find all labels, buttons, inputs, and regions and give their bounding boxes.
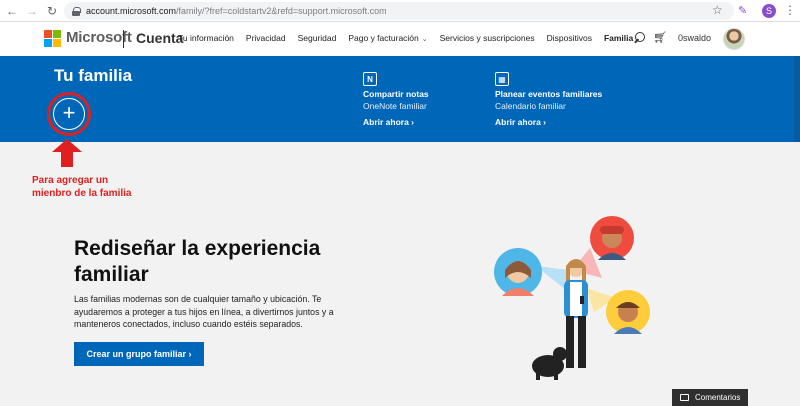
comment-icon	[680, 394, 689, 401]
chevron-down-icon: ⌄	[421, 36, 428, 43]
back-icon[interactable]: ←	[4, 3, 20, 19]
url-host: account.microsoft.com	[86, 6, 177, 16]
promo-subtitle: Calendario familiar	[495, 101, 566, 111]
calendar-icon: ▦	[495, 72, 509, 86]
nav-tu-informacion[interactable]: Tu información	[178, 33, 234, 43]
nav-pago-label: Pago y facturación	[348, 33, 419, 43]
feedback-button[interactable]: Comentarios	[672, 389, 748, 406]
promo-title: Planear eventos familiares	[495, 89, 603, 99]
site-header: Microsoft Cuenta Tu información Privacid…	[0, 22, 800, 56]
promo-title: Compartir notas	[363, 89, 429, 99]
nav-seguridad[interactable]: Seguridad	[298, 33, 337, 43]
lock-icon	[72, 6, 81, 16]
annotation-arrow-up-icon	[52, 139, 82, 167]
page-title: Tu familia	[54, 66, 133, 85]
open-calendar-link[interactable]: Abrir ahora ›	[495, 117, 602, 127]
family-illustration	[494, 216, 650, 380]
nav-dispositivos[interactable]: Dispositivos	[547, 33, 592, 43]
annotation-text: Para agregar un mienbro de la familia	[32, 175, 132, 199]
nav-servicios[interactable]: Servicios y suscripciones	[440, 33, 535, 43]
extension-pen-icon[interactable]: ✎	[738, 4, 750, 17]
add-member-button[interactable]: +	[53, 98, 85, 130]
create-family-group-button[interactable]: Crear un grupo familiar ›	[74, 342, 204, 366]
profile-avatar[interactable]: S	[762, 4, 776, 18]
microsoft-logo-icon[interactable]	[44, 30, 62, 48]
promo-calendar: ▦ Planear eventos familiares Calendario …	[495, 72, 602, 127]
section-title[interactable]: Cuenta	[136, 30, 183, 46]
hero-title: Rediseñar la experiencia familiar	[74, 237, 321, 286]
scrollbar[interactable]	[794, 56, 800, 142]
feedback-label: Comentarios	[695, 393, 741, 402]
url-path: /family/?fref=coldstartv2&refd=support.m…	[176, 6, 387, 16]
search-icon[interactable]	[633, 32, 645, 44]
user-avatar[interactable]	[723, 28, 745, 50]
top-nav: Tu información Privacidad Seguridad Pago…	[178, 33, 645, 43]
header-divider	[123, 30, 124, 48]
bookmark-star-icon[interactable]: ☆	[712, 3, 723, 17]
nav-privacidad[interactable]: Privacidad	[246, 33, 286, 43]
user-name[interactable]: 0swaldo	[678, 33, 711, 43]
open-onenote-link[interactable]: Abrir ahora ›	[363, 117, 429, 127]
cart-icon[interactable]: 🛒︎	[653, 31, 667, 44]
promo-onenote: N Compartir notas OneNote familiar Abrir…	[363, 72, 429, 127]
more-menu-icon[interactable]: ⋮	[784, 3, 796, 17]
hero-body: Las familias modernas son de cualquier t…	[74, 294, 334, 329]
onenote-icon: N	[363, 72, 377, 86]
reload-icon[interactable]: ↻	[44, 3, 60, 19]
forward-icon[interactable]: →	[24, 3, 40, 19]
nav-pago-facturacion[interactable]: Pago y facturación ⌄	[348, 33, 427, 43]
promo-subtitle: OneNote familiar	[363, 101, 427, 111]
brand-name[interactable]: Microsoft	[66, 29, 132, 46]
address-bar[interactable]: account.microsoft.com /family/?fref=cold…	[64, 2, 734, 20]
nav-familia[interactable]: Familia	[604, 33, 633, 43]
